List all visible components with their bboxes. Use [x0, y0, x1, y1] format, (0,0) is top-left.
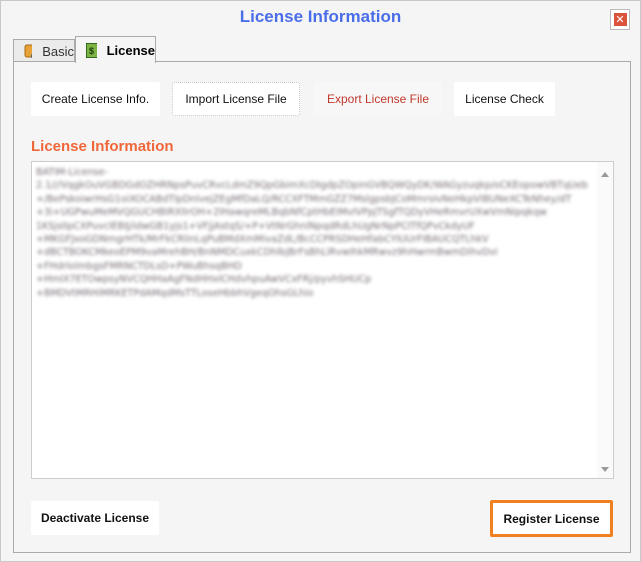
import-license-file-button[interactable]: Import License File — [172, 82, 300, 116]
tab-basic-label: Basic — [42, 44, 74, 59]
license-text-area[interactable]: BATIM-License- 2.1///VqgkOuVGBDGdOZHRNps… — [31, 161, 614, 479]
license-dialog: License Information ✕ Basic $ License Cr… — [0, 0, 641, 562]
dialog-title: License Information — [239, 7, 402, 26]
license-text: BATIM-License- 2.1///VqgkOuVGBDGdOZHRNps… — [36, 167, 588, 299]
svg-text:$: $ — [89, 46, 94, 56]
vertical-scrollbar[interactable] — [597, 162, 613, 478]
scroll-down-arrow-icon[interactable] — [601, 467, 609, 472]
section-title: License Information — [31, 138, 174, 155]
tab-basic[interactable]: Basic — [13, 39, 75, 63]
deactivate-license-button[interactable]: Deactivate License — [31, 501, 159, 535]
tab-license-label: License — [106, 42, 155, 58]
close-icon: ✕ — [613, 13, 627, 26]
tab-license[interactable]: $ License — [75, 36, 156, 63]
close-button[interactable]: ✕ — [610, 9, 630, 30]
export-license-file-button[interactable]: Export License File — [314, 82, 442, 116]
create-license-info-button[interactable]: Create License Info. — [31, 82, 160, 116]
scroll-up-arrow-icon[interactable] — [601, 172, 609, 177]
money-book-icon: $ — [86, 42, 97, 58]
register-license-button[interactable]: Register License — [490, 500, 613, 537]
database-gear-icon — [24, 44, 33, 58]
license-check-button[interactable]: License Check — [454, 82, 555, 116]
